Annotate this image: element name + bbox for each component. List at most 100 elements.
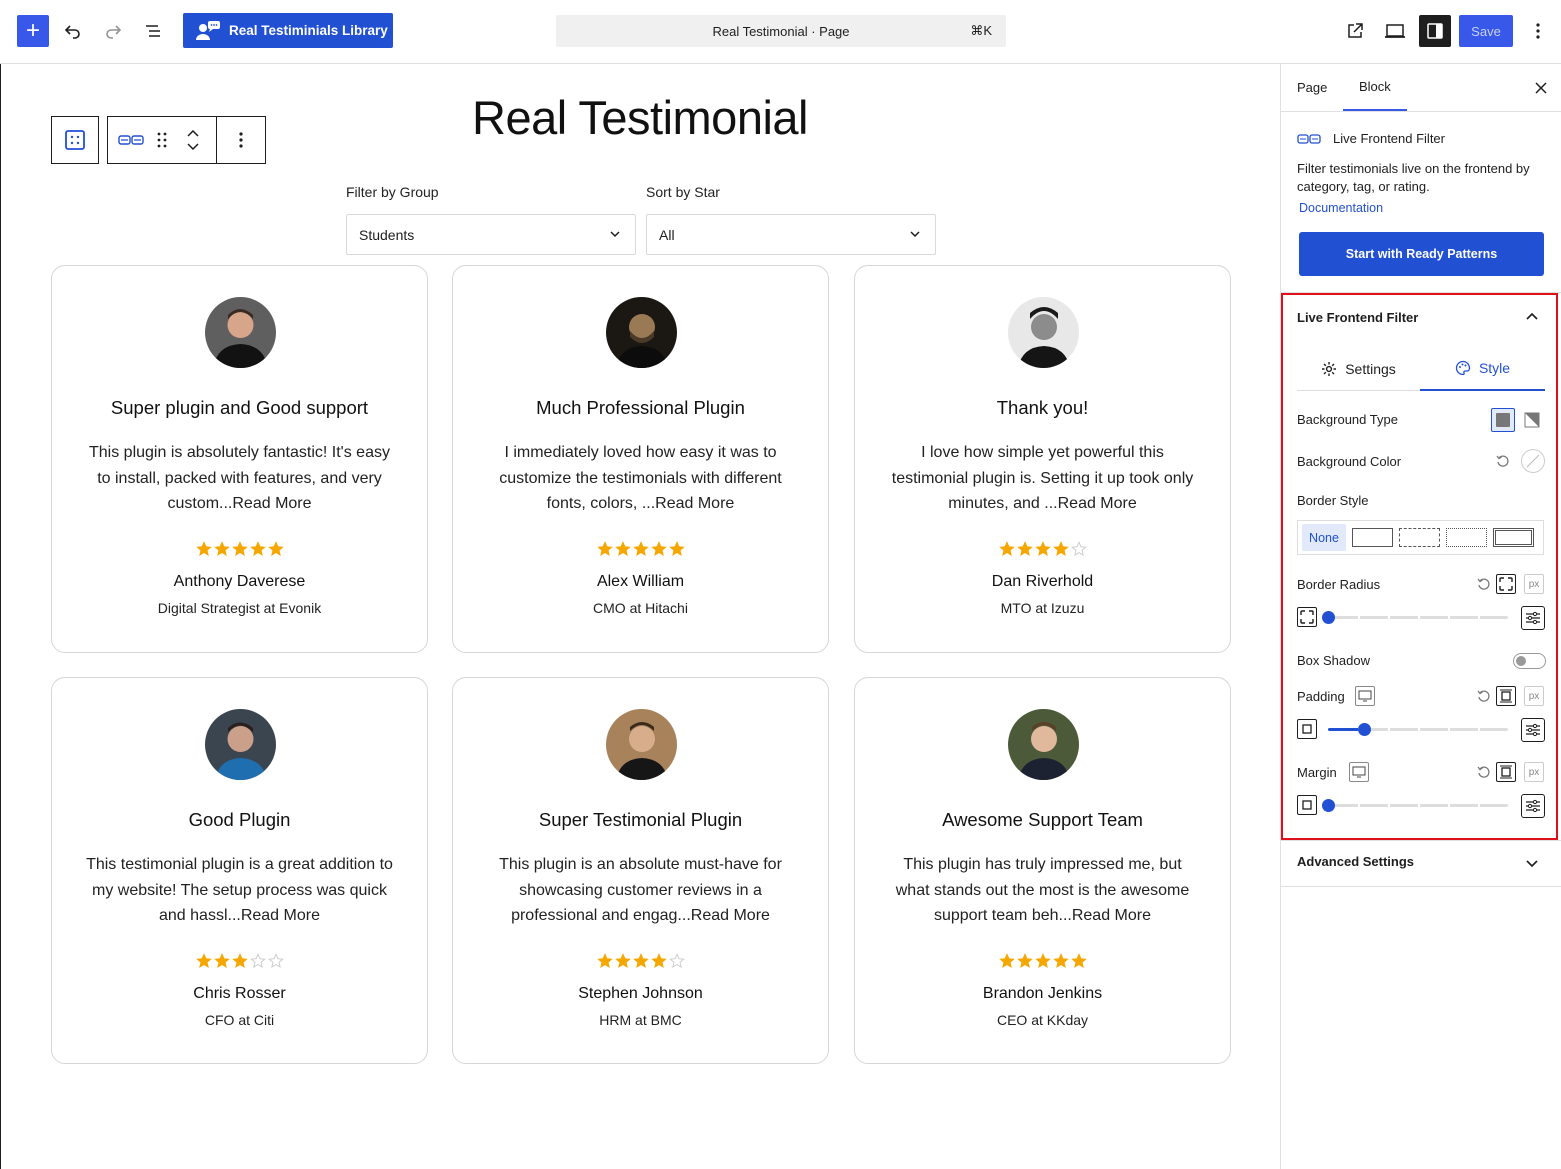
chevron-down-icon[interactable]	[187, 143, 199, 150]
undo-button[interactable]	[58, 16, 88, 46]
parent-block-selector[interactable]	[51, 116, 99, 164]
block-type-button[interactable]	[108, 117, 154, 163]
testimonial-text: I love how simple yet powerful this test…	[891, 444, 1194, 513]
settings-sidebar-toggle[interactable]	[1419, 15, 1451, 47]
star-filled-icon	[1016, 953, 1033, 968]
testimonial-card[interactable]: Thank you! I love how simple yet powerfu…	[854, 265, 1231, 653]
save-button[interactable]: Save	[1459, 15, 1513, 47]
testimonial-card[interactable]: Good Plugin This testimonial plugin is a…	[51, 677, 428, 1064]
testimonial-text: This plugin is an absolute must-have for…	[499, 856, 782, 925]
chevron-up-icon[interactable]	[187, 130, 199, 137]
reviewer-role: CEO at KKday	[996, 1012, 1089, 1028]
group-filter-value: Students	[359, 226, 415, 243]
document-title: Real Testimonial · Page	[712, 23, 850, 39]
reviewer-name: Brandon Jenkins	[982, 985, 1103, 1002]
sort-by-star-label: Sort by Star	[646, 184, 720, 200]
filter-block-icon	[118, 135, 144, 145]
star-filled-icon	[650, 541, 667, 556]
testimonial-text: I immediately loved how easy it was to c…	[499, 444, 782, 513]
testimonial-card[interactable]: Much Professional Plugin I immediately l…	[452, 265, 829, 653]
divider	[1281, 111, 1561, 112]
avatar	[205, 297, 276, 368]
star-filled-icon	[195, 541, 212, 556]
star-empty-icon	[267, 953, 284, 968]
star-rating	[52, 541, 427, 557]
desktop-icon	[1385, 24, 1405, 38]
group-filter-select[interactable]: Students	[346, 214, 636, 255]
avatar	[1008, 297, 1079, 368]
star-filled-icon	[998, 541, 1015, 556]
kebab-menu-icon	[239, 132, 243, 148]
star-sort-value: All	[659, 226, 675, 243]
avatar	[606, 297, 677, 368]
tab-page[interactable]: Page	[1297, 64, 1327, 111]
star-filled-icon	[213, 953, 230, 968]
testimonial-card[interactable]: Super plugin and Good support This plugi…	[51, 265, 428, 653]
star-rating	[855, 541, 1230, 557]
testimonial-card[interactable]: Awesome Support Team This plugin has tru…	[854, 677, 1231, 1064]
star-sort-select[interactable]: All	[646, 214, 936, 255]
block-options-button[interactable]	[217, 117, 265, 163]
avatar	[205, 709, 276, 780]
testimonial-text: This plugin has truly impressed me, but …	[895, 856, 1190, 925]
undo-icon	[64, 25, 80, 39]
star-filled-icon	[231, 953, 248, 968]
page-title[interactable]: Real Testimonial	[340, 90, 940, 145]
testimonial-text: This plugin is absolutely fantastic! It'…	[89, 444, 390, 513]
reviewer-role: Digital Strategist at Evonik	[157, 600, 322, 616]
documentation-link[interactable]: Documentation	[1299, 201, 1383, 215]
testimonial-title: Awesome Support Team	[942, 809, 1143, 830]
redo-button[interactable]	[98, 16, 128, 46]
filter-block-icon	[1297, 133, 1321, 144]
star-filled-icon	[596, 953, 613, 968]
testimonial-title: Super Testimonial Plugin	[538, 809, 743, 830]
real-testimonials-library-button[interactable]: Real Testiminials Library	[183, 13, 393, 48]
reviewer-name: Chris Rosser	[193, 985, 286, 1002]
plus-icon: +	[25, 17, 40, 44]
star-filled-icon	[668, 541, 685, 556]
star-filled-icon	[632, 953, 649, 968]
testimonial-user-icon	[196, 20, 220, 40]
star-filled-icon	[1070, 953, 1087, 968]
star-empty-icon	[249, 953, 266, 968]
divider	[1281, 840, 1561, 841]
reviewer-role: MTO at Izuzu	[1000, 600, 1085, 616]
reviewer-name: Anthony Daverese	[173, 573, 306, 590]
block-name: Live Frontend Filter	[1333, 131, 1445, 146]
close-sidebar-button[interactable]	[1531, 78, 1551, 98]
move-block-buttons[interactable]	[170, 117, 216, 163]
drag-handle-icon	[157, 132, 167, 148]
add-block-button[interactable]: +	[17, 15, 49, 47]
avatar	[606, 709, 677, 780]
testimonial-title: Good Plugin	[188, 809, 291, 830]
block-card: Live Frontend Filter	[1297, 131, 1445, 146]
reviewer-name: Alex William	[596, 573, 685, 590]
star-filled-icon	[1034, 953, 1051, 968]
document-overview-button[interactable]	[138, 16, 168, 46]
block-description: Filter testimonials live on the frontend…	[1297, 161, 1530, 194]
star-filled-icon	[596, 541, 613, 556]
chevron-down-icon[interactable]	[1525, 856, 1539, 870]
advanced-settings-toggle[interactable]: Advanced Settings	[1297, 854, 1414, 869]
star-filled-icon	[1052, 953, 1069, 968]
view-page-button[interactable]	[1339, 15, 1371, 47]
star-rating	[855, 953, 1230, 969]
reviewer-role: HRM at BMC	[599, 1012, 682, 1028]
testimonial-text: This testimonial plugin is a great addit…	[86, 856, 393, 925]
highlight-annotation-box	[1281, 293, 1558, 840]
command-palette-bar[interactable]: Real Testimonial · Page ⌘K	[556, 15, 1006, 47]
testimonial-title: Super plugin and Good support	[110, 397, 369, 418]
list-view-icon	[146, 25, 160, 37]
divider	[1281, 886, 1561, 887]
drag-handle[interactable]	[154, 117, 170, 163]
sidebar-icon	[1427, 23, 1443, 39]
options-menu-button[interactable]	[1524, 15, 1552, 47]
star-filled-icon	[614, 953, 631, 968]
testimonial-card[interactable]: Super Testimonial Plugin This plugin is …	[452, 677, 829, 1064]
device-preview-button[interactable]	[1379, 15, 1411, 47]
chevron-down-icon	[910, 231, 920, 238]
start-with-patterns-button[interactable]: Start with Ready Patterns	[1299, 232, 1544, 276]
star-filled-icon	[213, 541, 230, 556]
star-filled-icon	[249, 541, 266, 556]
tab-block[interactable]: Block	[1343, 64, 1407, 111]
